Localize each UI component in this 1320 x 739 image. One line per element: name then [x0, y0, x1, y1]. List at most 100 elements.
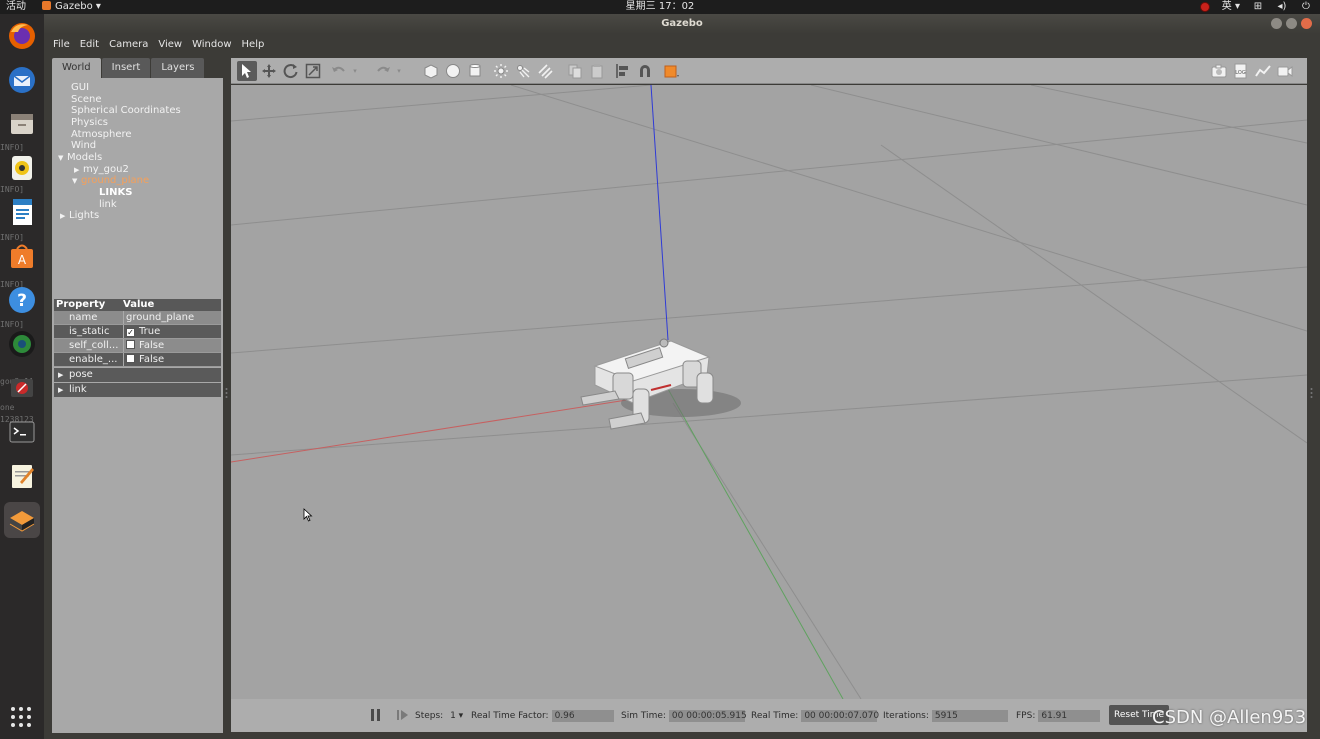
checkbox-unchecked[interactable]: [126, 340, 135, 349]
video-record-button[interactable]: [1275, 61, 1295, 81]
show-applications-icon[interactable]: [9, 705, 33, 729]
z-axis-line: [650, 85, 669, 341]
app-menu[interactable]: Gazebo ▾: [42, 0, 101, 14]
redo-history-dropdown[interactable]: ▾: [393, 61, 405, 81]
collapsed-arrow-icon[interactable]: ▶: [58, 369, 69, 382]
minimize-button[interactable]: [1271, 18, 1282, 29]
change-view-button[interactable]: [661, 61, 681, 81]
power-icon[interactable]: ⏻: [1300, 0, 1312, 14]
clock[interactable]: 星期三 17：02: [0, 0, 1320, 14]
maximize-button[interactable]: [1286, 18, 1297, 29]
tree-item-spherical-coordinates[interactable]: Spherical Coordinates: [71, 105, 181, 117]
network-icon[interactable]: ⊞: [1252, 0, 1264, 14]
property-value[interactable]: ✓ True: [123, 325, 221, 338]
svg-text:A: A: [18, 253, 27, 267]
tab-world[interactable]: World: [52, 58, 101, 78]
help-icon[interactable]: ?: [4, 282, 40, 318]
tab-insert[interactable]: Insert: [101, 58, 151, 78]
collapsed-arrow-icon[interactable]: ▶: [58, 384, 69, 397]
expanded-arrow-icon[interactable]: ▼: [72, 175, 81, 187]
thunderbird-icon[interactable]: [4, 62, 40, 98]
paste-button[interactable]: [587, 61, 607, 81]
tree-item-gui[interactable]: GUI: [71, 82, 89, 94]
steps-spinbox[interactable]: 1 ▾: [450, 711, 463, 721]
3d-viewport[interactable]: [231, 85, 1307, 699]
rotate-mode-button[interactable]: [281, 61, 301, 81]
insert-sphere-button[interactable]: [443, 61, 463, 81]
property-row-name[interactable]: name ground_plane: [54, 311, 221, 325]
right-splitter-handle[interactable]: [1310, 384, 1313, 398]
plot-button[interactable]: [1253, 61, 1273, 81]
property-value[interactable]: False: [123, 339, 221, 352]
property-row-self-collide[interactable]: self_coll... False: [54, 339, 221, 353]
log-button[interactable]: LOG: [1231, 61, 1251, 81]
scale-mode-button[interactable]: [303, 61, 323, 81]
menu-view[interactable]: View: [158, 39, 182, 50]
copy-button[interactable]: [565, 61, 585, 81]
menu-camera[interactable]: Camera: [109, 39, 148, 50]
menu-help[interactable]: Help: [242, 39, 265, 50]
world-tree: GUI Scene Spherical Coordinates Physics …: [52, 78, 223, 293]
record-indicator-icon[interactable]: [1199, 2, 1210, 12]
checkbox-checked[interactable]: ✓: [126, 328, 135, 337]
fps: FPS: 61.91: [1016, 710, 1101, 722]
files-icon[interactable]: [4, 106, 40, 142]
tab-layers[interactable]: Layers: [151, 58, 205, 78]
property-group-pose[interactable]: ▶ pose: [54, 368, 221, 382]
gazebo-icon[interactable]: [4, 502, 40, 538]
text-editor-icon[interactable]: [4, 458, 40, 494]
menu-edit[interactable]: Edit: [80, 39, 99, 50]
insert-cylinder-button[interactable]: [465, 61, 485, 81]
insert-box-button[interactable]: [421, 61, 441, 81]
activities-button[interactable]: 活动: [6, 0, 26, 14]
translate-mode-button[interactable]: [259, 61, 279, 81]
close-button[interactable]: [1301, 18, 1312, 29]
point-light-button[interactable]: [491, 61, 511, 81]
software-center-icon[interactable]: A: [4, 238, 40, 274]
menu-window[interactable]: Window: [192, 39, 231, 50]
pause-button[interactable]: [371, 709, 383, 721]
tree-item-wind[interactable]: Wind: [71, 140, 96, 152]
align-button[interactable]: [613, 61, 633, 81]
input-method-indicator[interactable]: 英 ▾: [1222, 0, 1240, 14]
directional-light-button[interactable]: [535, 61, 555, 81]
checkbox-unchecked[interactable]: [126, 354, 135, 363]
cheese-camera-icon[interactable]: [4, 326, 40, 362]
property-row-enable-wind[interactable]: enable_... False: [54, 353, 221, 367]
reset-time-button[interactable]: Reset Time: [1109, 705, 1170, 725]
step-button[interactable]: [397, 709, 409, 721]
volume-icon[interactable]: ◂): [1276, 0, 1288, 14]
tree-item-models[interactable]: ▼ Models: [58, 152, 102, 164]
window-titlebar[interactable]: Gazebo: [44, 14, 1320, 34]
robot-model-my-gou2[interactable]: [580, 338, 741, 430]
expanded-arrow-icon[interactable]: ▼: [58, 152, 67, 164]
property-header: Property Value: [54, 299, 221, 311]
redo-button[interactable]: [373, 61, 393, 81]
tree-item-link[interactable]: link: [99, 199, 117, 211]
undo-history-dropdown[interactable]: ▾: [349, 61, 361, 81]
camera-icon: [1211, 64, 1227, 78]
property-value[interactable]: False: [123, 353, 221, 366]
collapsed-arrow-icon[interactable]: ▶: [60, 210, 69, 222]
property-row-is-static[interactable]: is_static ✓ True: [54, 325, 221, 339]
select-mode-button[interactable]: [237, 61, 257, 81]
rhythmbox-icon[interactable]: [4, 150, 40, 186]
property-value[interactable]: ground_plane: [123, 311, 221, 324]
menu-file[interactable]: File: [53, 39, 70, 50]
scene-render[interactable]: [231, 85, 1307, 699]
terminal-icon[interactable]: [4, 414, 40, 450]
screenshot-button[interactable]: [1209, 61, 1229, 81]
dock: INFO] INFO] INFO] INFO] INFO] gou2-1] on…: [0, 14, 44, 739]
left-splitter-handle[interactable]: [225, 384, 228, 398]
snap-button[interactable]: [635, 61, 655, 81]
undo-button[interactable]: [329, 61, 349, 81]
spot-light-button[interactable]: [513, 61, 533, 81]
tree-item-physics[interactable]: Physics: [71, 117, 108, 129]
firefox-icon[interactable]: [4, 18, 40, 54]
property-group-link[interactable]: ▶ link: [54, 383, 221, 397]
paste-icon: [591, 64, 603, 79]
libreoffice-writer-icon[interactable]: [4, 194, 40, 230]
tree-item-ground-plane[interactable]: ▼ ground_plane: [72, 175, 149, 187]
tree-item-lights[interactable]: ▶ Lights: [60, 210, 99, 222]
screen-recorder-icon[interactable]: [4, 370, 40, 406]
